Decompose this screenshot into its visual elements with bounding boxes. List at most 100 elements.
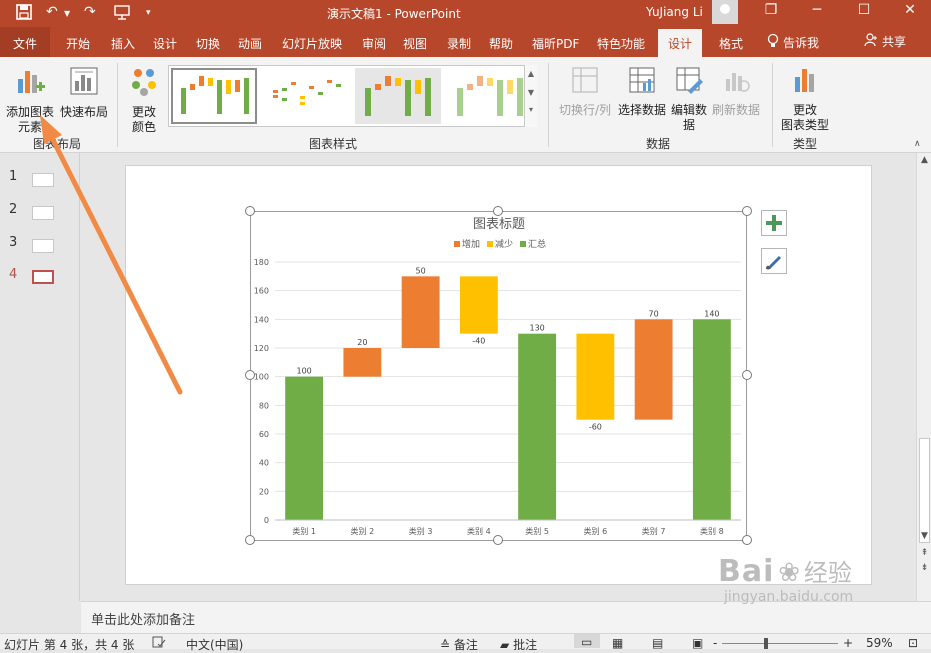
tab-transitions[interactable]: 切换 [196, 35, 220, 52]
notes-toggle[interactable]: ≙ 备注 [440, 636, 478, 653]
tab-design[interactable]: 设计 [153, 35, 177, 52]
resize-handle-left[interactable] [245, 370, 255, 380]
tab-home[interactable]: 开始 [66, 35, 90, 52]
chart-elements-button[interactable] [761, 210, 787, 236]
close-button[interactable]: ✕ [895, 2, 925, 18]
gallery-down-icon[interactable]: ▼ [525, 88, 537, 97]
bar-increase[interactable] [401, 276, 440, 348]
tab-insert[interactable]: 插入 [111, 35, 135, 52]
comments-toggle[interactable]: ▰ 批注 [500, 636, 537, 653]
zoom-in-button[interactable]: + [843, 636, 853, 650]
zoom-out-button[interactable]: - [713, 636, 717, 650]
tab-special-features[interactable]: 特色功能 [597, 35, 645, 52]
chart-style-3[interactable] [355, 68, 441, 124]
undo-icon[interactable]: ↶ [46, 4, 58, 20]
legend-entry[interactable]: 汇总 [528, 238, 546, 250]
chart-plot-area[interactable]: 100 20 50 -40 130 -60 70 140 [285, 266, 731, 520]
data-label[interactable]: -60 [589, 423, 602, 432]
select-data-button[interactable]: 选择数据 [616, 65, 668, 118]
ribbon-display-options-icon[interactable]: ❐ [756, 2, 786, 18]
reading-view-icon[interactable]: ▤ [652, 636, 663, 650]
gallery-up-icon[interactable]: ▲ [525, 69, 537, 78]
bar-total[interactable] [692, 319, 731, 520]
tab-help[interactable]: 帮助 [489, 35, 513, 52]
slideshow-view-icon[interactable]: ▣ [692, 636, 703, 650]
edit-data-button[interactable]: 编辑数 据 [668, 65, 710, 133]
tab-animations[interactable]: 动画 [238, 35, 262, 52]
chart-styles-button[interactable] [761, 248, 787, 274]
start-from-beginning-icon[interactable] [113, 4, 131, 24]
scrollbar-thumb[interactable] [919, 438, 930, 543]
change-colors-button[interactable]: 更改 颜色 [122, 65, 166, 135]
bar-total[interactable] [285, 376, 324, 520]
chart-title[interactable]: 图表标题 [473, 217, 525, 232]
chart-object[interactable]: 图表标题 增加 减少 汇总 0 20 40 60 80 100 120 140 160 180 100… [250, 211, 747, 541]
normal-view-button[interactable]: ▭ [574, 634, 600, 649]
undo-dropdown-icon[interactable]: ▼ [64, 9, 70, 18]
legend-entry[interactable]: 增加 [462, 238, 480, 250]
fit-to-window-icon[interactable]: ⊡ [908, 636, 918, 650]
slide-thumbnail-2[interactable] [32, 206, 54, 220]
quick-layout-button[interactable]: 快速布局 [58, 65, 110, 120]
data-label[interactable]: 50 [416, 266, 426, 275]
y-axis[interactable]: 0 20 40 60 80 100 120 140 160 180 [254, 258, 269, 525]
user-name[interactable]: YuJiang Li [646, 5, 703, 19]
resize-handle-top-left[interactable] [245, 206, 255, 216]
scroll-up-icon[interactable]: ▲ [917, 155, 931, 165]
tab-review[interactable]: 审阅 [362, 35, 386, 52]
collapse-ribbon-icon[interactable]: ∧ [914, 139, 921, 149]
tab-file[interactable]: 文件 [0, 27, 50, 57]
redo-icon[interactable]: ↷ [84, 4, 96, 20]
minimize-button[interactable]: ─ [802, 2, 832, 18]
legend-entry[interactable]: 减少 [495, 238, 513, 250]
tab-format[interactable]: 格式 [719, 35, 743, 52]
zoom-slider-thumb[interactable] [764, 638, 768, 649]
tab-slideshow[interactable]: 幻灯片放映 [282, 35, 342, 52]
data-label[interactable]: -40 [472, 337, 485, 346]
change-chart-type-button[interactable]: 更改 图表类型 [776, 65, 834, 133]
avatar[interactable] [712, 0, 738, 24]
data-label[interactable]: 140 [704, 309, 719, 318]
chart-style-2[interactable] [263, 68, 349, 124]
notes-pane[interactable]: 单击此处添加备注 [81, 601, 931, 633]
language-indicator[interactable]: 中文(中国) [186, 636, 243, 653]
tab-foxit-pdf[interactable]: 福昕PDF [532, 35, 579, 52]
bar-increase[interactable] [343, 348, 382, 377]
save-icon[interactable] [16, 4, 32, 24]
resize-handle-right[interactable] [742, 370, 752, 380]
chart-style-1[interactable] [171, 68, 257, 124]
tab-view[interactable]: 视图 [403, 35, 427, 52]
bar-decrease[interactable] [459, 276, 498, 334]
resize-handle-bottom-right[interactable] [742, 535, 752, 545]
slide-sorter-icon[interactable]: ▦ [612, 636, 623, 650]
switch-row-column-button[interactable]: 切换行/列 [556, 65, 614, 118]
data-label[interactable]: 100 [296, 367, 311, 376]
gallery-more-icon[interactable]: ▾ [525, 105, 537, 114]
customize-quick-access-icon[interactable]: ▾ [146, 8, 151, 18]
tell-me-search[interactable]: 告诉我 [767, 33, 819, 52]
resize-handle-bottom[interactable] [493, 535, 503, 545]
data-label[interactable]: 130 [529, 324, 544, 333]
tab-chart-design[interactable]: 设计 [658, 29, 703, 57]
refresh-data-button[interactable]: 刷新数据 [710, 65, 762, 118]
resize-handle-bottom-left[interactable] [245, 535, 255, 545]
gallery-scrollbar[interactable]: ▲ ▼ ▾ [524, 65, 537, 127]
share-button[interactable]: 共享 [864, 33, 906, 50]
chart-style-4[interactable] [447, 68, 533, 124]
add-chart-element-button[interactable]: 添加图表 元素 [4, 65, 56, 135]
slide-thumbnail-4[interactable] [32, 270, 54, 284]
bar-increase[interactable] [634, 319, 673, 420]
vertical-scrollbar[interactable]: ▲ ▼ ⇞ ⇟ [916, 153, 931, 601]
tab-record[interactable]: 录制 [447, 35, 471, 52]
slide-thumbnail-3[interactable] [32, 239, 54, 253]
bar-total[interactable] [518, 333, 557, 520]
previous-slide-icon[interactable]: ⇞ [917, 548, 931, 558]
resize-handle-top-right[interactable] [742, 206, 752, 216]
chart-legend[interactable]: 增加 减少 汇总 [454, 238, 546, 250]
zoom-slider[interactable] [722, 643, 838, 644]
next-slide-icon[interactable]: ⇟ [917, 563, 931, 573]
scroll-down-icon[interactable]: ▼ [917, 531, 931, 541]
bar-decrease[interactable] [576, 333, 615, 420]
zoom-level[interactable]: 59% [866, 636, 893, 650]
data-label[interactable]: 20 [357, 338, 367, 347]
